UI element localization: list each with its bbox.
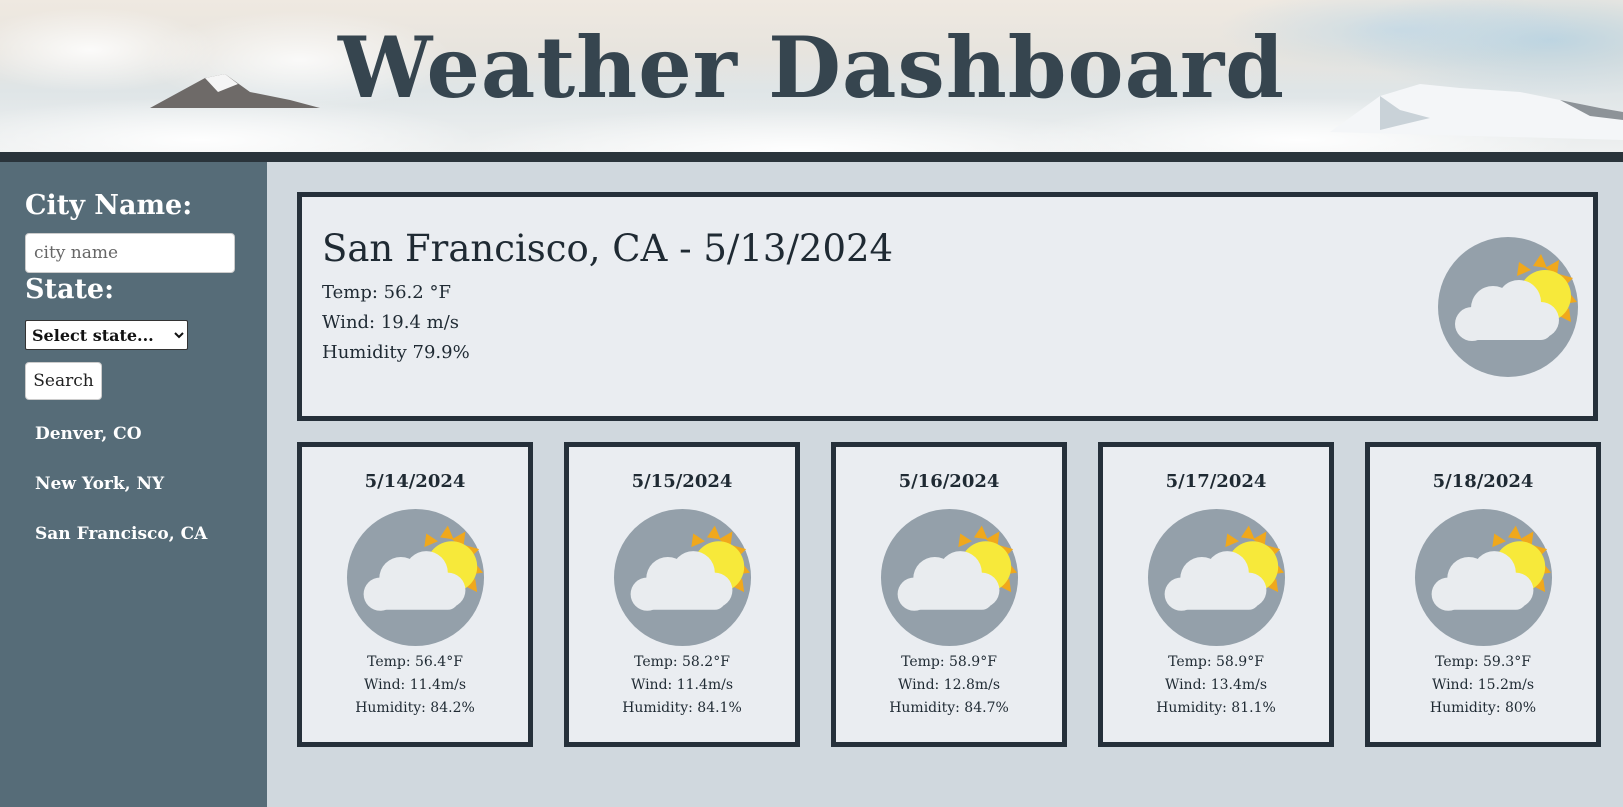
current-wind: Wind: 19.4 m/s: [322, 312, 460, 333]
header-divider: [0, 152, 1623, 162]
forecast-wind: Wind: 12.8m/s: [897, 677, 1001, 693]
city-name-input[interactable]: [25, 233, 235, 273]
forecast-card: 5/15/2024 Temp: 58.2°F Wind: 11.4m/s Hum…: [564, 442, 800, 747]
page-title: Weather Dashboard: [338, 18, 1285, 117]
partly-cloudy-icon: [1414, 508, 1553, 647]
header-banner: Weather Dashboard: [0, 0, 1623, 152]
forecast-wind: Wind: 11.4m/s: [630, 677, 734, 693]
partly-cloudy-icon: [880, 508, 1019, 647]
forecast-card: 5/17/2024 Temp: 58.9°F Wind: 13.4m/s Hum…: [1098, 442, 1334, 747]
forecast-wind: Wind: 11.4m/s: [363, 677, 467, 693]
forecast-card: 5/14/2024 Temp: 56.4°F Wind: 11.4m/s Hum…: [297, 442, 533, 747]
forecast-humidity: Humidity: 81.1%: [1156, 700, 1276, 716]
forecast-date: 5/18/2024: [1432, 471, 1534, 492]
forecast-humidity: Humidity: 84.2%: [355, 700, 475, 716]
forecast-date: 5/14/2024: [364, 471, 466, 492]
sidebar: City Name: State: Select state... Search…: [0, 162, 267, 807]
history-item-denver[interactable]: Denver, CO: [35, 422, 255, 472]
state-label: State:: [25, 274, 115, 305]
search-history-list: Denver, CO New York, NY San Francisco, C…: [35, 422, 255, 572]
city-name-label: City Name:: [25, 190, 193, 221]
forecast-card: 5/16/2024 Temp: 58.9°F Wind: 12.8m/s Hum…: [831, 442, 1067, 747]
forecast-date: 5/15/2024: [631, 471, 733, 492]
current-temp: Temp: 56.2 °F: [322, 282, 451, 303]
forecast-temp: Temp: 59.3°F: [1435, 654, 1531, 670]
partly-cloudy-icon: [613, 508, 752, 647]
partly-cloudy-icon: [1438, 237, 1578, 377]
current-city-date: San Francisco, CA - 5/13/2024: [322, 227, 894, 270]
partly-cloudy-icon: [1147, 508, 1286, 647]
forecast-wind: Wind: 13.4m/s: [1164, 677, 1268, 693]
history-item-san-francisco[interactable]: San Francisco, CA: [35, 522, 255, 572]
state-select[interactable]: Select state...: [25, 320, 188, 350]
forecast-temp: Temp: 58.9°F: [1168, 654, 1264, 670]
forecast-date: 5/16/2024: [898, 471, 1000, 492]
forecast-humidity: Humidity: 80%: [1429, 700, 1537, 716]
current-humidity: Humidity 79.9%: [322, 342, 470, 363]
forecast-date: 5/17/2024: [1165, 471, 1267, 492]
forecast-wind: Wind: 15.2m/s: [1431, 677, 1535, 693]
forecast-humidity: Humidity: 84.1%: [622, 700, 742, 716]
forecast-temp: Temp: 56.4°F: [367, 654, 463, 670]
history-item-new-york[interactable]: New York, NY: [35, 472, 255, 522]
forecast-temp: Temp: 58.9°F: [901, 654, 997, 670]
forecast-temp: Temp: 58.2°F: [634, 654, 730, 670]
forecast-humidity: Humidity: 84.7%: [889, 700, 1009, 716]
search-button[interactable]: Search: [25, 362, 102, 400]
partly-cloudy-icon: [346, 508, 485, 647]
current-weather-card: San Francisco, CA - 5/13/2024 Temp: 56.2…: [297, 192, 1598, 421]
forecast-card: 5/18/2024 Temp: 59.3°F Wind: 15.2m/s Hum…: [1365, 442, 1601, 747]
